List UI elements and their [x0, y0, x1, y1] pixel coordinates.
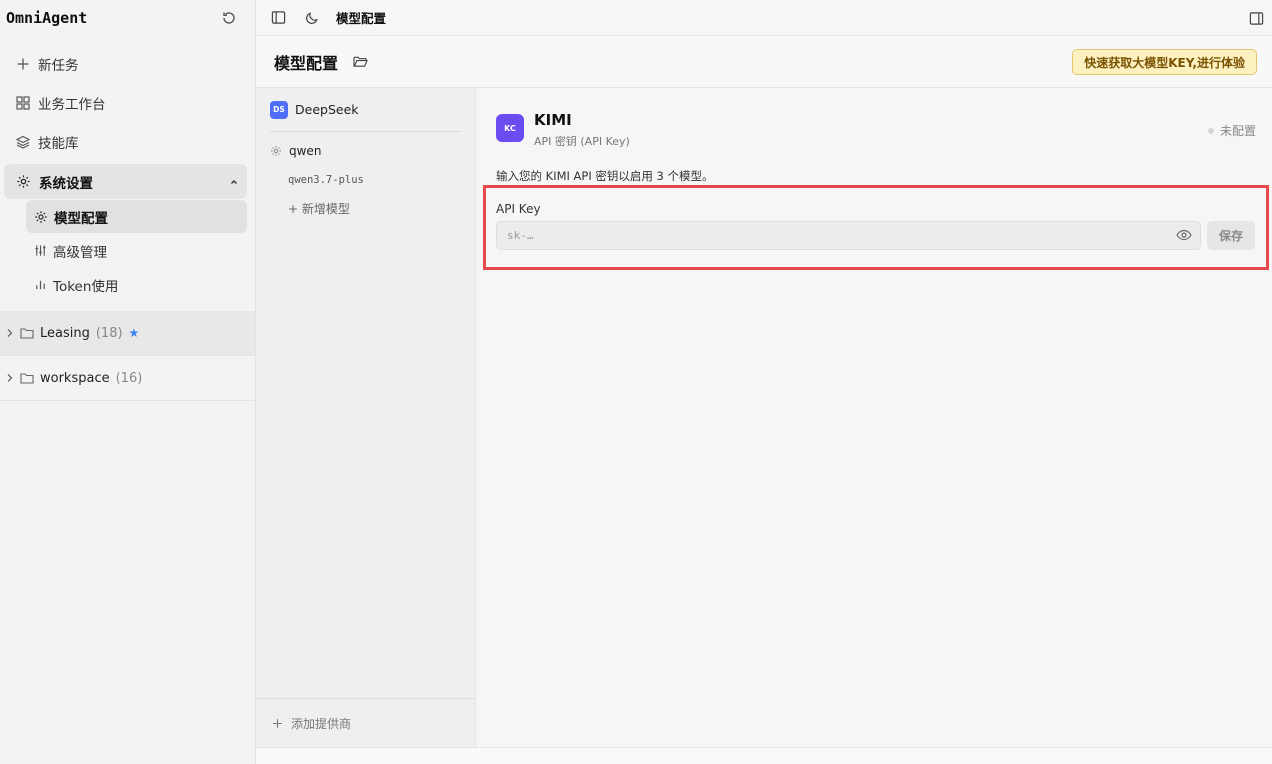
- provider-description: 输入您的 KIMI API 密钥以启用 3 个模型。: [496, 169, 714, 183]
- provider-item-qwen[interactable]: qwen: [270, 132, 461, 170]
- add-provider-button[interactable]: 添加提供商: [256, 698, 475, 747]
- add-model-button[interactable]: + 新增模型: [256, 190, 475, 226]
- star-icon: ★: [128, 326, 140, 340]
- folder-item-workspace[interactable]: workspace (16): [0, 356, 255, 401]
- add-provider-label: 添加提供商: [291, 716, 352, 731]
- sliders-icon: [35, 245, 46, 256]
- sidebar-nav: 新任务 业务工作台 技能库 系统设置 模型配置 高级管理 Token使用: [0, 36, 255, 301]
- chip-icon: [35, 210, 47, 223]
- status-label: 未配置: [1219, 124, 1256, 138]
- gear-icon: [17, 175, 30, 188]
- folder-open-icon[interactable]: [350, 52, 370, 72]
- model-item[interactable]: qwen3.7-plus: [256, 170, 475, 190]
- sub-item-advanced[interactable]: 高级管理: [26, 234, 247, 267]
- bottom-strip: [256, 747, 1272, 764]
- provider-subtitle: API 密钥 (API Key): [534, 135, 630, 148]
- nav-group-system-settings[interactable]: 系统设置: [4, 164, 247, 199]
- settings-submenu: 模型配置 高级管理 Token使用: [0, 200, 247, 301]
- get-api-key-button[interactable]: 快速获取大模型KEY,进行体验: [1072, 49, 1257, 75]
- breadcrumb: 模型配置: [336, 11, 387, 26]
- status-badge: 未配置: [1207, 122, 1256, 139]
- nav-item-label: 业务工作台: [38, 96, 106, 113]
- api-key-label: API Key: [496, 202, 541, 216]
- status-dot-icon: [1207, 127, 1214, 134]
- provider-list: DS DeepSeek qwen qwen3.7-plus + 新增模型 添加提…: [256, 88, 476, 747]
- provider-title: KIMI: [534, 111, 572, 129]
- folder-count: (16): [115, 370, 143, 386]
- grid-icon: [16, 95, 30, 110]
- top-bar: 模型配置: [256, 0, 1272, 36]
- sub-item-label: Token使用: [53, 278, 119, 295]
- moon-icon[interactable]: [302, 8, 322, 28]
- nav-item-label: 技能库: [38, 135, 79, 152]
- sidebar: OmniAgent 新任务 业务工作台 技能库 系统设置 模型配置 高级管理 T…: [0, 0, 256, 764]
- chevron-right-icon: [7, 374, 13, 382]
- folder-item-leasing[interactable]: Leasing (18) ★: [0, 311, 255, 356]
- nav-item-new-task[interactable]: 新任务: [0, 44, 255, 83]
- sidebar-toggle-icon[interactable]: [268, 8, 288, 28]
- folder-name: Leasing: [40, 325, 90, 341]
- folder-name: workspace: [40, 370, 110, 386]
- folder-icon: [20, 373, 34, 384]
- page-header: 模型配置 快速获取大模型KEY,进行体验: [256, 36, 1272, 88]
- api-key-input[interactable]: sk-…: [496, 221, 1201, 250]
- nav-item-workbench[interactable]: 业务工作台: [0, 83, 255, 122]
- eye-icon[interactable]: [1176, 228, 1192, 245]
- provider-header: KC KIMI API 密钥 (API Key): [496, 112, 630, 149]
- kimi-logo: KC: [496, 114, 524, 142]
- folder-icon: [20, 328, 34, 339]
- provider-item-deepseek[interactable]: DS DeepSeek: [270, 88, 461, 132]
- sidebar-header: OmniAgent: [0, 0, 255, 36]
- sub-item-label: 高级管理: [53, 244, 107, 261]
- folder-list: Leasing (18) ★ workspace (16): [0, 311, 255, 401]
- chevron-up-icon: [231, 179, 237, 184]
- refresh-icon[interactable]: [219, 8, 239, 28]
- sub-item-label: 模型配置: [54, 210, 108, 227]
- right-panel-toggle-icon[interactable]: [1246, 8, 1266, 28]
- plus-icon: [17, 58, 29, 69]
- api-key-placeholder: sk-…: [507, 229, 534, 242]
- folder-count: (18): [95, 325, 123, 341]
- layers-icon: [16, 135, 30, 149]
- page-title: 模型配置: [274, 53, 339, 73]
- chevron-right-icon: [7, 329, 13, 337]
- sub-item-model-config[interactable]: 模型配置: [26, 200, 247, 233]
- globe-icon: [271, 146, 281, 156]
- sub-item-token-usage[interactable]: Token使用: [26, 268, 247, 301]
- api-key-section: API Key sk-… 保存: [483, 185, 1269, 270]
- bar-chart-icon: [36, 280, 45, 290]
- save-button[interactable]: 保存: [1207, 221, 1255, 250]
- deepseek-logo: DS: [270, 100, 288, 119]
- nav-item-skills[interactable]: 技能库: [0, 122, 255, 161]
- nav-group-label: 系统设置: [39, 175, 93, 192]
- nav-item-label: 新任务: [38, 57, 79, 74]
- provider-detail: KC KIMI API 密钥 (API Key) 未配置 输入您的 KIMI A…: [476, 88, 1272, 747]
- provider-name: qwen: [289, 144, 322, 158]
- app-brand: OmniAgent: [6, 9, 88, 27]
- plus-icon: [273, 718, 282, 728]
- provider-name: DeepSeek: [295, 102, 359, 117]
